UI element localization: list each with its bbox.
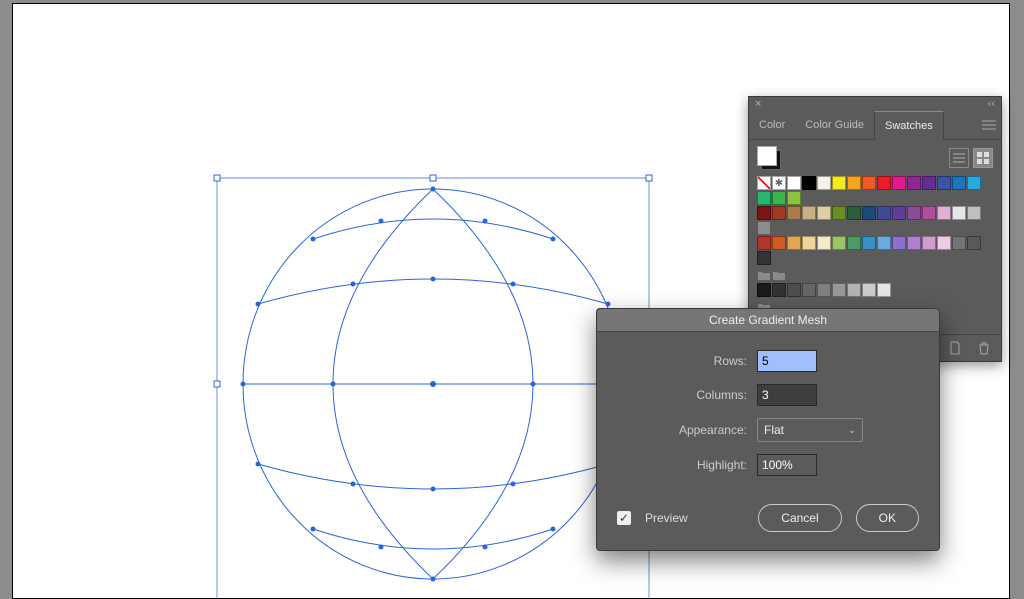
swatch[interactable] <box>922 176 936 190</box>
swatch[interactable] <box>817 206 831 220</box>
swatch[interactable] <box>862 236 876 250</box>
swatch[interactable] <box>952 206 966 220</box>
swatch[interactable] <box>967 206 981 220</box>
swatch[interactable] <box>892 236 906 250</box>
new-page-icon[interactable] <box>946 339 964 357</box>
swatch[interactable] <box>832 176 846 190</box>
panel-menu-icon[interactable] <box>977 111 1001 139</box>
swatch[interactable] <box>877 176 891 190</box>
swatch[interactable] <box>802 176 816 190</box>
swatch[interactable] <box>937 206 951 220</box>
create-gradient-mesh-dialog[interactable]: Create Gradient Mesh Rows: Columns: Appe… <box>596 308 940 551</box>
swatch[interactable] <box>922 236 936 250</box>
swatch[interactable] <box>877 283 891 297</box>
swatch[interactable] <box>862 206 876 220</box>
swatch[interactable] <box>772 191 786 205</box>
grid-view-icon[interactable] <box>973 148 993 168</box>
swatch[interactable] <box>907 236 921 250</box>
swatch[interactable] <box>772 206 786 220</box>
swatch[interactable] <box>967 236 981 250</box>
preview-label: Preview <box>645 511 688 525</box>
rows-input[interactable] <box>757 350 817 372</box>
swatch[interactable] <box>787 206 801 220</box>
swatch[interactable] <box>877 236 891 250</box>
swatch[interactable] <box>907 176 921 190</box>
swatch[interactable] <box>847 206 861 220</box>
ok-button[interactable]: OK <box>856 504 919 532</box>
swatch[interactable] <box>877 206 891 220</box>
dialog-title: Create Gradient Mesh <box>597 309 939 332</box>
swatch[interactable] <box>802 283 816 297</box>
swatch[interactable] <box>802 236 816 250</box>
swatch[interactable] <box>832 206 846 220</box>
swatch[interactable] <box>862 283 876 297</box>
swatch[interactable] <box>832 236 846 250</box>
swatch[interactable] <box>937 236 951 250</box>
swatch[interactable] <box>847 236 861 250</box>
swatch[interactable] <box>757 191 771 205</box>
trash-icon[interactable] <box>976 339 994 357</box>
swatch[interactable] <box>817 283 831 297</box>
swatch[interactable] <box>967 176 981 190</box>
swatch[interactable] <box>757 251 771 265</box>
swatch[interactable] <box>847 176 861 190</box>
rows-label: Rows: <box>617 354 757 368</box>
swatch[interactable] <box>772 236 786 250</box>
swatch[interactable] <box>862 176 876 190</box>
color-group-folder[interactable] <box>757 268 771 282</box>
swatch[interactable] <box>802 206 816 220</box>
columns-input[interactable] <box>757 384 817 406</box>
swatch[interactable] <box>907 206 921 220</box>
color-group-folder[interactable] <box>772 268 786 282</box>
highlight-input[interactable] <box>757 454 817 476</box>
swatch[interactable] <box>817 236 831 250</box>
fill-stroke-indicator[interactable] <box>757 146 781 170</box>
swatch[interactable] <box>787 283 801 297</box>
list-view-icon[interactable] <box>949 148 969 168</box>
swatch[interactable] <box>757 206 771 220</box>
appearance-select[interactable]: Flat ⌄ <box>757 418 863 442</box>
swatch[interactable] <box>922 206 936 220</box>
swatch[interactable] <box>772 283 786 297</box>
swatch[interactable] <box>817 176 831 190</box>
swatch[interactable] <box>787 176 801 190</box>
swatch-none[interactable] <box>757 176 771 190</box>
swatch[interactable] <box>757 236 771 250</box>
chevron-down-icon: ⌄ <box>848 425 856 436</box>
swatch[interactable] <box>757 221 771 235</box>
swatch[interactable] <box>892 176 906 190</box>
swatch[interactable] <box>757 283 771 297</box>
highlight-label: Highlight: <box>617 458 757 472</box>
close-icon[interactable]: × <box>755 98 761 110</box>
swatch[interactable] <box>892 206 906 220</box>
tab-swatches[interactable]: Swatches <box>874 111 944 140</box>
columns-label: Columns: <box>617 388 757 402</box>
swatch[interactable] <box>952 176 966 190</box>
swatch[interactable] <box>847 283 861 297</box>
swatch[interactable] <box>937 176 951 190</box>
swatch[interactable] <box>832 283 846 297</box>
cancel-button[interactable]: Cancel <box>758 504 841 532</box>
swatch[interactable] <box>787 236 801 250</box>
tab-color-guide[interactable]: Color Guide <box>795 111 874 139</box>
preview-checkbox[interactable]: ✓ <box>617 511 631 525</box>
appearance-value: Flat <box>764 423 784 437</box>
appearance-label: Appearance: <box>617 423 757 437</box>
tab-color[interactable]: Color <box>749 111 795 139</box>
collapse-icon[interactable]: ‹‹ <box>988 98 995 110</box>
swatch[interactable] <box>787 191 801 205</box>
swatch[interactable] <box>952 236 966 250</box>
swatch-registration[interactable] <box>772 176 786 190</box>
gradient-mesh-preview <box>213 174 653 599</box>
